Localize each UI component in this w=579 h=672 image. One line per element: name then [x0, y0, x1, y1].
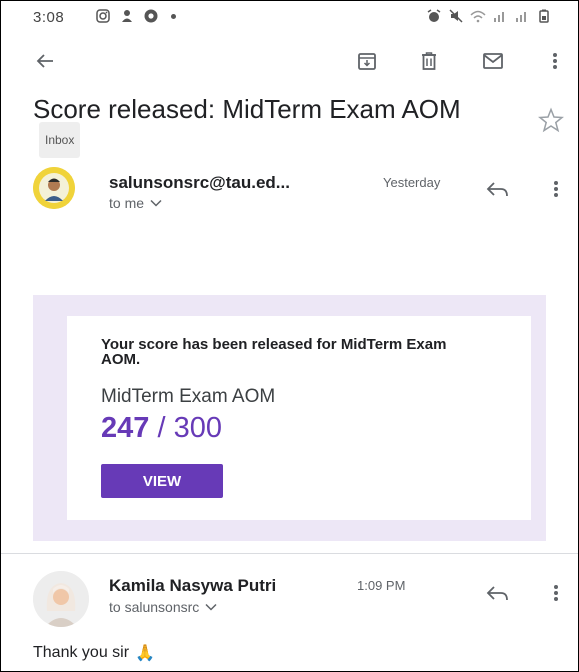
status-notification-icons: [95, 8, 176, 24]
sender-name: salunsonsrc@tau.ed...: [109, 173, 290, 192]
delete-button[interactable]: [415, 47, 443, 75]
instagram-icon: [96, 9, 110, 23]
alarm-icon: [427, 9, 441, 22]
sender-avatar[interactable]: [33, 167, 75, 209]
score-release-heading: Your score has been released for MidTerm…: [101, 336, 447, 368]
dot-icon: [171, 13, 176, 19]
subject-text: Score released: MidTerm Exam AOM: [33, 94, 461, 124]
reply-message-text: Thank you sir: [33, 644, 130, 661]
recipient-line[interactable]: to me: [109, 195, 162, 211]
folded-hands-emoji: 🙏: [135, 645, 155, 662]
score-obtained: 247: [101, 412, 150, 444]
delete-icon: [422, 52, 436, 70]
battery-icon: [539, 9, 549, 23]
score-display: 247 / 300: [101, 412, 222, 445]
score-separator: /: [157, 412, 166, 444]
reply-recipient-line[interactable]: to salunsonsrc: [109, 599, 217, 615]
score-release-card: Your score has been released for MidTerm…: [67, 316, 531, 520]
reply-time: 1:09 PM: [357, 578, 406, 593]
more-vert-icon: [553, 53, 557, 69]
reply-sender-photo-icon: [33, 571, 89, 627]
score-total: 300: [173, 412, 222, 444]
back-button[interactable]: [31, 47, 59, 75]
reply-button[interactable]: [483, 177, 513, 203]
more-vert-icon: [554, 585, 558, 601]
more-options-button[interactable]: [541, 47, 569, 75]
archive-button[interactable]: [353, 47, 381, 75]
reply-message-body: Thank you sir 🙏: [33, 643, 155, 663]
mark-unread-button[interactable]: [479, 47, 507, 75]
reply-sender-name: Kamila Nasywa Putri: [109, 576, 277, 595]
wifi-icon: [470, 10, 486, 23]
chevron-down-icon: [150, 199, 162, 207]
message-more-button[interactable]: [549, 177, 563, 201]
message-more-button[interactable]: [549, 581, 563, 605]
reply-button[interactable]: [483, 581, 513, 607]
status-system-icons: [426, 8, 552, 24]
status-bar: 3:08: [1, 1, 578, 31]
archive-icon: [358, 53, 376, 70]
gmail-message-view: 3:08 Score released: MidTerm Exam AOM In…: [0, 0, 579, 672]
message-toolbar: [1, 41, 578, 81]
mark-unread-icon: [483, 53, 503, 69]
message-time: Yesterday: [383, 175, 441, 190]
person-icon: [122, 10, 132, 22]
exam-name: MidTerm Exam AOM: [101, 386, 276, 407]
reply-recipient-text: to salunsonsrc: [109, 599, 200, 615]
inbox-label-badge[interactable]: Inbox: [39, 122, 81, 159]
view-button[interactable]: VIEW: [101, 464, 223, 498]
chevron-down-icon: [205, 603, 217, 611]
status-time: 3:08: [33, 9, 65, 26]
back-arrow-icon: [36, 54, 53, 68]
more-vert-icon: [554, 181, 558, 197]
star-icon[interactable]: [538, 107, 564, 133]
signal-icon: [516, 12, 526, 22]
email-subject: Score released: MidTerm Exam AOM Inbox: [33, 93, 513, 161]
signal-icon: [494, 12, 504, 22]
reply-icon: [486, 586, 508, 601]
recipient-text: to me: [109, 195, 145, 211]
reply-sender-avatar[interactable]: [33, 571, 89, 627]
sender-photo-icon: [33, 167, 75, 209]
reply-icon: [486, 182, 508, 197]
message-divider: [1, 553, 578, 554]
mute-icon: [449, 9, 463, 23]
chrome-icon: [144, 9, 158, 23]
